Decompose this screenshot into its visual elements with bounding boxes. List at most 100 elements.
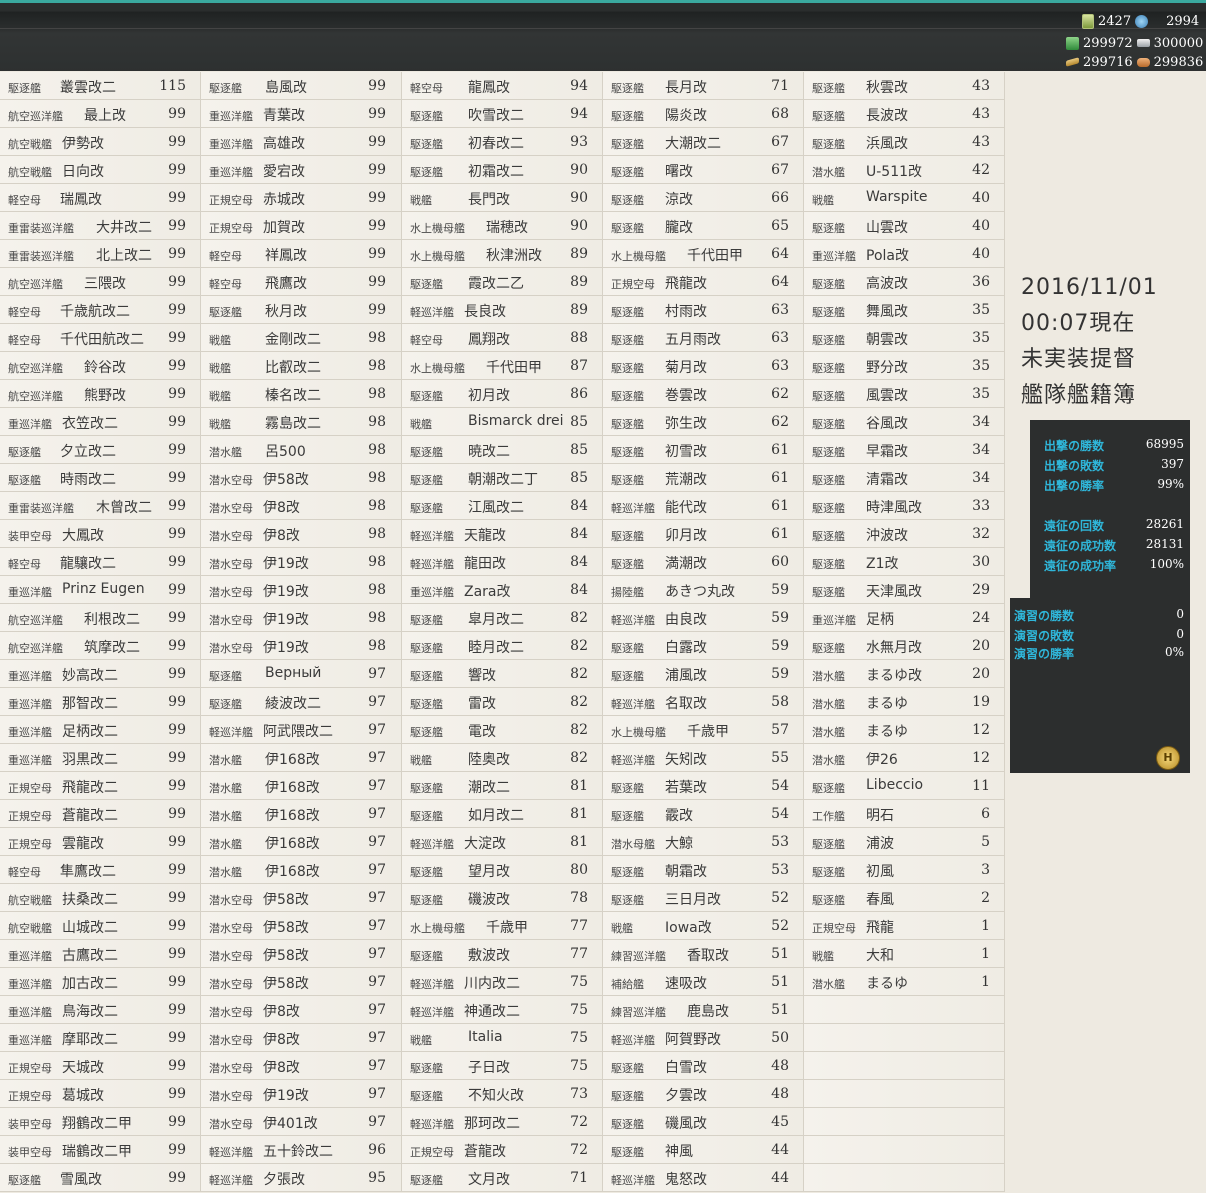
ship-row[interactable]: 駆逐艦 初風 3 <box>804 856 1005 884</box>
ship-row[interactable]: 駆逐艦 満潮改 60 <box>603 548 804 576</box>
ship-row[interactable]: 重雷装巡洋艦 木曾改二 99 <box>0 492 201 520</box>
ship-row[interactable]: 潜水空母 伊19改 98 <box>201 604 402 632</box>
ship-row[interactable]: 重巡洋艦 足柄 24 <box>804 604 1005 632</box>
ship-row[interactable]: 駆逐艦 初月改 86 <box>402 380 603 408</box>
ship-row[interactable]: 重巡洋艦 青葉改 99 <box>201 100 402 128</box>
ship-row[interactable]: 潜水空母 伊19改 97 <box>201 1080 402 1108</box>
ship-row[interactable]: 戦艦 榛名改二 98 <box>201 380 402 408</box>
ship-row[interactable]: 駆逐艦 野分改 35 <box>804 352 1005 380</box>
ship-row[interactable]: 駆逐艦 島風改 99 <box>201 72 402 100</box>
ship-row[interactable]: 駆逐艦 初雪改 61 <box>603 436 804 464</box>
ship-row[interactable]: 駆逐艦 曙改 67 <box>603 156 804 184</box>
ship-row[interactable]: 駆逐艦 朝雲改 35 <box>804 324 1005 352</box>
ship-row[interactable]: 駆逐艦 風雲改 35 <box>804 380 1005 408</box>
ship-row[interactable]: 重巡洋艦 衣笠改二 99 <box>0 408 201 436</box>
ship-row[interactable]: 軽巡洋艦 天龍改 84 <box>402 520 603 548</box>
ship-row[interactable]: 駆逐艦 涼改 66 <box>603 184 804 212</box>
ship-row[interactable]: 駆逐艦 朝潮改二丁 85 <box>402 464 603 492</box>
ship-row[interactable]: 航空巡洋艦 熊野改 99 <box>0 380 201 408</box>
ship-row[interactable]: 重雷装巡洋艦 北上改二 99 <box>0 240 201 268</box>
ship-row[interactable]: 潜水空母 伊58改 97 <box>201 968 402 996</box>
ship-row[interactable]: 駆逐艦 早霜改 34 <box>804 436 1005 464</box>
ship-row[interactable]: 駆逐艦 望月改 80 <box>402 856 603 884</box>
ship-row[interactable]: 軽空母 龍鳳改 94 <box>402 72 603 100</box>
ship-row[interactable]: 潜水空母 伊58改 98 <box>201 464 402 492</box>
ship-row[interactable]: 軽空母 隼鷹改二 99 <box>0 856 201 884</box>
ship-row[interactable]: 駆逐艦 巻雲改 62 <box>603 380 804 408</box>
ship-row[interactable]: 航空巡洋艦 利根改二 99 <box>0 604 201 632</box>
ship-row[interactable]: 戦艦 陸奥改 82 <box>402 744 603 772</box>
ship-row[interactable]: 潜水艦 まるゆ 12 <box>804 716 1005 744</box>
ship-row[interactable]: 正規空母 雲龍改 99 <box>0 828 201 856</box>
ship-row[interactable]: 重雷装巡洋艦 大井改二 99 <box>0 212 201 240</box>
ship-row[interactable]: 重巡洋艦 羽黒改二 99 <box>0 744 201 772</box>
ship-row[interactable]: 重巡洋艦 愛宕改 99 <box>201 156 402 184</box>
ship-row[interactable]: 軽空母 鳳翔改 88 <box>402 324 603 352</box>
ship-row[interactable]: 軽巡洋艦 五十鈴改二 96 <box>201 1136 402 1164</box>
ship-row[interactable]: 軽巡洋艦 龍田改 84 <box>402 548 603 576</box>
ship-row[interactable]: 駆逐艦 文月改 71 <box>402 1164 603 1192</box>
ship-row[interactable]: 正規空母 蒼龍改二 99 <box>0 800 201 828</box>
ship-row[interactable]: 水上機母艦 秋津洲改 89 <box>402 240 603 268</box>
ship-row[interactable]: 潜水空母 伊8改 97 <box>201 1052 402 1080</box>
ship-row[interactable]: 軽巡洋艦 阿賀野改 50 <box>603 1024 804 1052</box>
ship-row[interactable]: 駆逐艦 磯波改 78 <box>402 884 603 912</box>
ship-row[interactable]: 装甲空母 瑞鶴改二甲 99 <box>0 1136 201 1164</box>
ship-row[interactable]: 駆逐艦 響改 82 <box>402 660 603 688</box>
ship-row[interactable]: 駆逐艦 霰改 54 <box>603 800 804 828</box>
ship-row[interactable]: 駆逐艦 電改 82 <box>402 716 603 744</box>
ship-row[interactable]: 駆逐艦 朧改 65 <box>603 212 804 240</box>
ship-row[interactable]: 駆逐艦 若葉改 54 <box>603 772 804 800</box>
ship-row[interactable]: 潜水空母 伊19改 98 <box>201 548 402 576</box>
ship-row[interactable]: 駆逐艦 浜風改 43 <box>804 128 1005 156</box>
ship-row[interactable]: 正規空母 飛龍 1 <box>804 912 1005 940</box>
ship-row[interactable]: 潜水艦 まるゆ改 20 <box>804 660 1005 688</box>
ship-row[interactable]: 駆逐艦 沖波改 32 <box>804 520 1005 548</box>
ship-row[interactable]: 戦艦 比叡改二 98 <box>201 352 402 380</box>
ship-row[interactable]: 装甲空母 翔鶴改二甲 99 <box>0 1108 201 1136</box>
ship-row[interactable]: 駆逐艦 白露改 59 <box>603 632 804 660</box>
ship-row[interactable]: 駆逐艦 夕立改二 99 <box>0 436 201 464</box>
ship-row[interactable]: 練習巡洋艦 香取改 51 <box>603 940 804 968</box>
ship-row[interactable]: 潜水艦 伊168改 97 <box>201 828 402 856</box>
ship-row[interactable]: 戦艦 長門改 90 <box>402 184 603 212</box>
ship-row[interactable]: 水上機母艦 千代田甲 64 <box>603 240 804 268</box>
ship-row[interactable]: 駆逐艦 Z1改 30 <box>804 548 1005 576</box>
ship-row[interactable]: 駆逐艦 綾波改二 97 <box>201 688 402 716</box>
ship-row[interactable]: 重巡洋艦 足柄改二 99 <box>0 716 201 744</box>
ship-row[interactable]: 航空巡洋艦 三隈改 99 <box>0 268 201 296</box>
ship-row[interactable]: 駆逐艦 子日改 75 <box>402 1052 603 1080</box>
ship-row[interactable]: 駆逐艦 秋雲改 43 <box>804 72 1005 100</box>
ship-row[interactable]: 航空巡洋艦 最上改 99 <box>0 100 201 128</box>
ship-row[interactable]: 軽空母 祥鳳改 99 <box>201 240 402 268</box>
ship-row[interactable]: 軽巡洋艦 阿武隈改二 97 <box>201 716 402 744</box>
ship-row[interactable]: 航空戦艦 伊勢改 99 <box>0 128 201 156</box>
ship-row[interactable]: 重巡洋艦 古鷹改二 99 <box>0 940 201 968</box>
ship-row[interactable]: 軽空母 千歳航改二 99 <box>0 296 201 324</box>
ship-row[interactable]: 戦艦 霧島改二 98 <box>201 408 402 436</box>
ship-row[interactable]: 軽巡洋艦 大淀改 81 <box>402 828 603 856</box>
ship-row[interactable]: 水上機母艦 瑞穂改 90 <box>402 212 603 240</box>
ship-row[interactable]: 駆逐艦 不知火改 73 <box>402 1080 603 1108</box>
ship-row[interactable]: 軽巡洋艦 神通改二 75 <box>402 996 603 1024</box>
ship-row[interactable]: 重巡洋艦 Prinz Eugen 99 <box>0 576 201 604</box>
ship-row[interactable]: 補給艦 速吸改 51 <box>603 968 804 996</box>
ship-row[interactable]: 軽巡洋艦 鬼怒改 44 <box>603 1164 804 1192</box>
ship-row[interactable]: 潜水艦 U-511改 42 <box>804 156 1005 184</box>
ship-row[interactable]: 駆逐艦 雷改 82 <box>402 688 603 716</box>
ship-row[interactable]: 駆逐艦 睦月改二 82 <box>402 632 603 660</box>
ship-row[interactable]: 潜水空母 伊19改 98 <box>201 632 402 660</box>
ship-row[interactable]: 航空巡洋艦 鈴谷改 99 <box>0 352 201 380</box>
ship-row[interactable]: 駆逐艦 夕雲改 48 <box>603 1080 804 1108</box>
ship-row[interactable]: 駆逐艦 吹雪改二 94 <box>402 100 603 128</box>
ship-row[interactable]: 潜水母艦 大鯨 53 <box>603 828 804 856</box>
ship-row[interactable]: 駆逐艦 白雪改 48 <box>603 1052 804 1080</box>
ship-row[interactable]: 駆逐艦 皐月改二 82 <box>402 604 603 632</box>
ship-row[interactable]: 軽空母 龍驤改二 99 <box>0 548 201 576</box>
ship-row[interactable]: 駆逐艦 村雨改 63 <box>603 296 804 324</box>
ship-row[interactable]: 水上機母艦 千代田甲 87 <box>402 352 603 380</box>
ship-row[interactable]: 潜水空母 伊401改 97 <box>201 1108 402 1136</box>
ship-row[interactable]: 軽巡洋艦 長良改 89 <box>402 296 603 324</box>
ship-row[interactable]: 駆逐艦 朝霜改 53 <box>603 856 804 884</box>
ship-row[interactable]: 駆逐艦 荒潮改 61 <box>603 464 804 492</box>
